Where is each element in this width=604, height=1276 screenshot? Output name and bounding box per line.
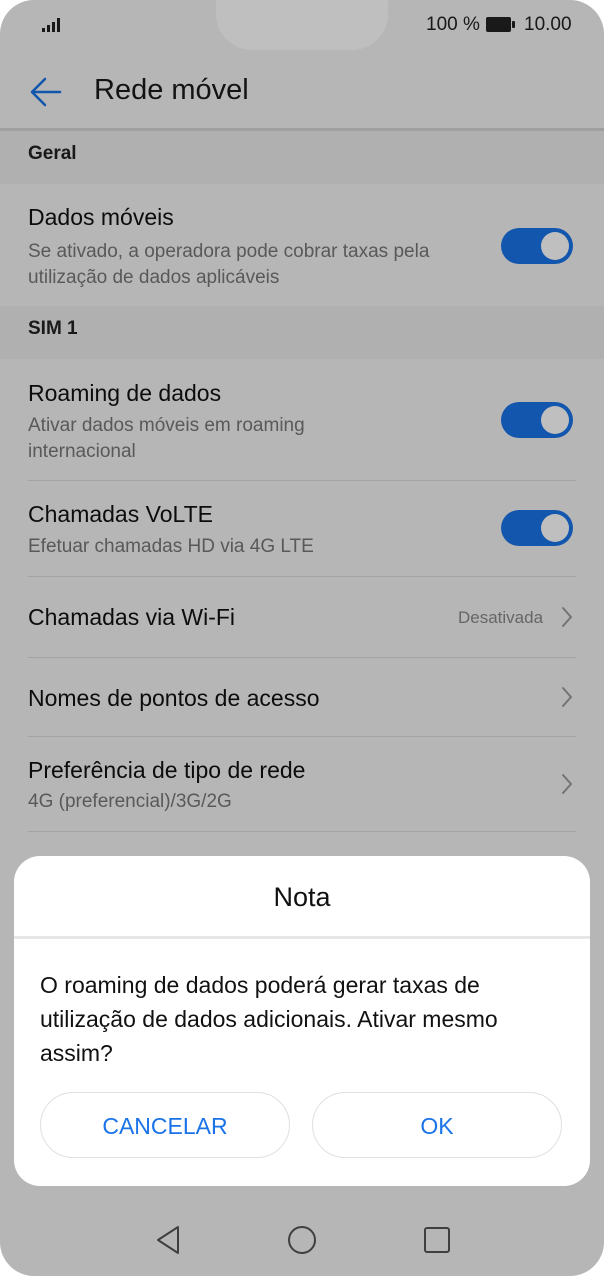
cancel-button[interactable]: CANCELAR — [40, 1092, 290, 1158]
ok-button[interactable]: OK — [312, 1092, 562, 1158]
dialog-message: O roaming de dados poderá gerar taxas de… — [40, 972, 498, 1066]
note-dialog: Nota O roaming de dados poderá gerar tax… — [14, 856, 590, 1186]
dialog-divider — [14, 936, 590, 939]
phone-screen: 100 % 10.00 Rede móvel Geral Dados móvei… — [0, 0, 604, 1276]
dialog-title: Nota — [273, 882, 331, 912]
